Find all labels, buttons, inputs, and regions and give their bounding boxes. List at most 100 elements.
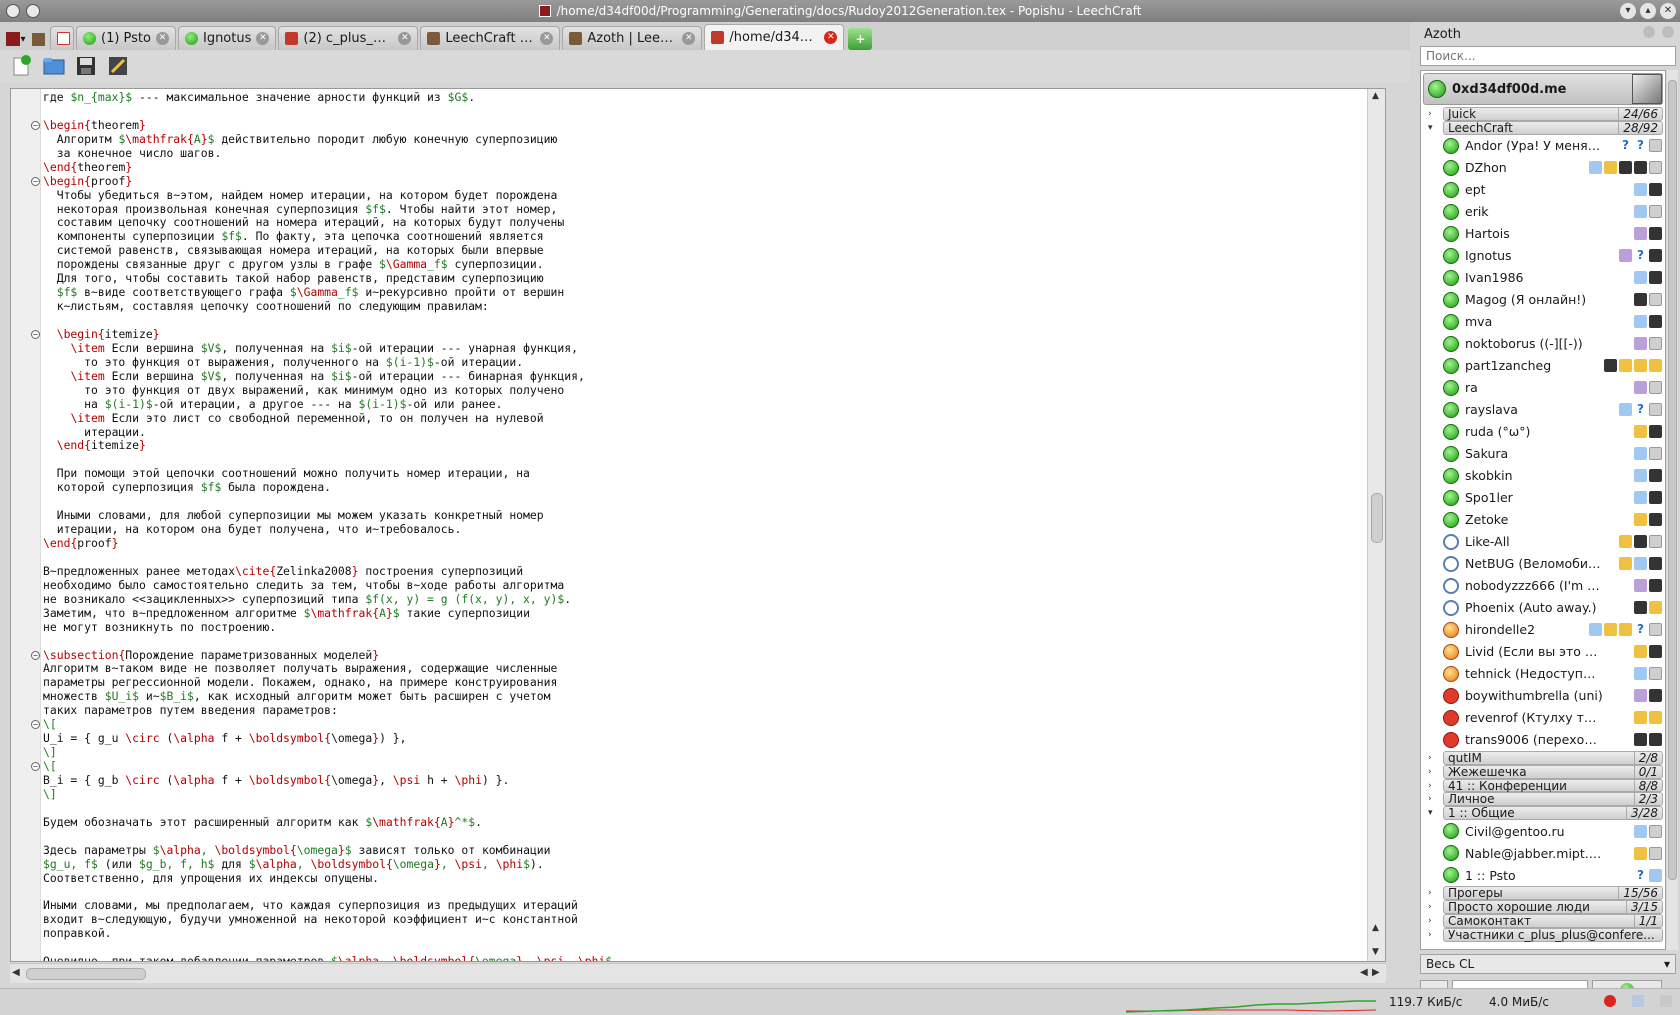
code-line[interactable]: за конечное число шагов.	[43, 146, 1365, 161]
tab-0[interactable]	[50, 26, 74, 50]
roster-group[interactable]: › Просто хорошие люди 3/15	[1428, 900, 1663, 915]
account-row[interactable]: 0xd34df00d.me	[1423, 73, 1663, 105]
document-properties-button[interactable]	[106, 54, 130, 78]
contact-item[interactable]: nobodyzzz666 (I'm not ...	[1421, 575, 1665, 597]
chevron-right-icon[interactable]: ›	[1428, 915, 1432, 927]
scroll-down-icon[interactable]: ▼	[1372, 947, 1379, 957]
code-line[interactable]: \end{theorem}	[43, 160, 1365, 175]
roster-group[interactable]: › 41 :: Конференции 8/8	[1428, 778, 1663, 793]
code-line[interactable]: \end{itemize}	[43, 438, 1365, 453]
code-line[interactable]: Здесь параметры $\alpha, \boldsymbol{\om…	[43, 843, 1365, 858]
code-line[interactable]: порождены связанные друг с другом узлы в…	[43, 257, 1365, 272]
fold-gutter[interactable]	[11, 89, 41, 961]
roster-group[interactable]: › Juick 24/66	[1428, 107, 1663, 121]
code-line[interactable]: \[−	[31, 759, 1365, 774]
fold-toggle-icon[interactable]: −	[31, 120, 40, 130]
contact-item[interactable]: noktoborus ((-][[-))	[1421, 333, 1665, 355]
code-line[interactable]: Будем обозначать этот расширенный алгори…	[43, 815, 1365, 830]
code-line[interactable]	[43, 830, 1365, 844]
contact-list[interactable]: 0xd34df00d.me › Juick 24/66 ▾ LeechCraft 28/9…	[1420, 70, 1666, 950]
close-tab-icon[interactable]: ✕	[155, 32, 169, 45]
horizontal-scrollbar[interactable]: ◀ ◀ ▶	[10, 963, 1386, 983]
vertical-scroll-thumb[interactable]	[1371, 493, 1383, 543]
tray-layout-icon[interactable]	[1632, 995, 1644, 1007]
roster-group[interactable]: › Жежешечка 0/1	[1428, 764, 1663, 779]
code-line[interactable]	[43, 802, 1365, 816]
code-line[interactable]	[43, 941, 1365, 955]
roster-group[interactable]: › Самоконтакт 1/1	[1428, 914, 1663, 928]
code-line[interactable]: Алгоритм $\mathfrak{A}$ действительно по…	[43, 132, 1365, 147]
fold-toggle-icon[interactable]: −	[31, 329, 40, 339]
code-line[interactable]: \subsection{Порождение параметризованных…	[31, 648, 1365, 663]
tab-4[interactable]: LeechCraft scr... ✕	[420, 26, 561, 50]
code-line[interactable]: $f$ в~виде соответствующего графа $\Gamm…	[43, 285, 1365, 300]
code-line[interactable]: Иными словами, для любой суперпозиции мы…	[43, 508, 1365, 523]
code-line[interactable]: Иными словами, мы предполагаем, что кажд…	[43, 898, 1365, 913]
code-line[interactable]: некоторая произвольная конечная суперпоз…	[43, 202, 1365, 217]
chevron-right-icon[interactable]: ›	[1428, 901, 1432, 913]
contact-item[interactable]: trans9006 (переходим ...	[1421, 729, 1665, 751]
contact-item[interactable]: hirondelle2?	[1421, 619, 1665, 641]
code-line[interactable]: необходимо было самостоятельно следить з…	[43, 578, 1365, 593]
chevron-right-icon[interactable]: ›	[1428, 793, 1432, 805]
contact-item[interactable]: Sakura	[1421, 443, 1665, 465]
panel-close-button[interactable]	[1662, 26, 1674, 38]
maximize-button[interactable]: ▴	[1640, 3, 1656, 19]
close-tab-icon[interactable]: ✕	[682, 32, 696, 45]
fold-toggle-icon[interactable]: −	[31, 650, 40, 660]
code-line[interactable]: составим цепочку соотношений на номера и…	[43, 215, 1365, 230]
code-text[interactable]: где $n_{max}$ --- максимальное значение …	[31, 90, 1365, 961]
contact-item[interactable]: revenrof (Ктулху тоже ...	[1421, 707, 1665, 729]
code-line[interactable]: Очевидно, при таком добавлении параметро…	[43, 954, 1365, 961]
code-line[interactable]	[43, 551, 1365, 565]
roster-group[interactable]: › Участники c_plus_plus@confere...	[1428, 927, 1663, 942]
chevron-right-icon[interactable]: ›	[1428, 108, 1432, 120]
contact-item[interactable]: 1 :: Psto?	[1421, 864, 1665, 886]
contact-item[interactable]: Phoenix (Auto away.)	[1421, 597, 1665, 619]
roster-group[interactable]: › Личное 2/3	[1428, 792, 1663, 807]
contact-item[interactable]: Like-All	[1421, 531, 1665, 553]
contact-item[interactable]: tehnick (Недоступен.)	[1421, 663, 1665, 685]
code-line[interactable]: При помощи этой цепочки соотношений можн…	[43, 466, 1365, 481]
code-line[interactable]: U_i = { g_u \circ (\alpha f + \boldsymbo…	[43, 731, 1365, 746]
contact-item[interactable]: Andor (Ура! У меня н...??	[1421, 135, 1665, 157]
vertical-scrollbar[interactable]: ▲ ▲ ▼	[1367, 89, 1385, 961]
scroll-left-icon-2[interactable]: ◀	[1360, 967, 1368, 978]
code-line[interactable]: то это функция от двух выражений, как ми…	[43, 383, 1365, 398]
contact-item[interactable]: Livid (Если вы это чита...	[1421, 641, 1665, 663]
contact-item[interactable]: Ignotus?	[1421, 245, 1665, 267]
chevron-right-icon[interactable]: ›	[1428, 887, 1432, 899]
code-line[interactable]: В~предложенных ранее методах\cite{Zelink…	[43, 564, 1365, 579]
contact-item[interactable]: mva	[1421, 311, 1665, 333]
code-line[interactable]: \item Если вершина $V$, полученная на $i…	[43, 341, 1365, 356]
roster-group[interactable]: ▾ LeechCraft 28/92	[1428, 120, 1663, 135]
new-document-button[interactable]	[10, 54, 34, 78]
chevron-right-icon[interactable]: ›	[1428, 780, 1432, 792]
code-line[interactable]: Для того, чтобы составить такой набор ра…	[43, 271, 1365, 286]
code-line[interactable]: \begin{itemize} −	[31, 327, 1365, 342]
code-line[interactable]: не могут возникнуть по построению.	[43, 620, 1365, 635]
tab-3[interactable]: (2) c_plus_plus... ✕	[278, 26, 419, 50]
roster-search-input[interactable]	[1420, 46, 1676, 66]
code-line[interactable]	[43, 314, 1365, 328]
contact-item[interactable]: ruda (°ω°)	[1421, 421, 1665, 443]
code-line[interactable]: итерации.	[43, 425, 1365, 440]
scroll-up-icon[interactable]: ▲	[1372, 91, 1379, 101]
scroll-right-icon[interactable]: ▶	[1372, 967, 1380, 978]
contact-item[interactable]: NetBUG (Веломобил...	[1421, 553, 1665, 575]
code-line[interactable]: Алгоритм в~таком виде не позволяет получ…	[43, 661, 1365, 676]
code-line[interactable]: системой равенств, связывающая номера ит…	[43, 243, 1365, 258]
contact-item[interactable]: Nable@jabber.mipt.ru (Y...	[1421, 842, 1665, 864]
code-line[interactable]: \item Если это лист со свободной перемен…	[43, 411, 1365, 426]
code-line[interactable]: параметры регрессионной модели. Покажем,…	[43, 675, 1365, 690]
code-line[interactable]	[43, 495, 1365, 509]
contact-item[interactable]: Ivan1986	[1421, 267, 1665, 289]
contact-item[interactable]: DZhon	[1421, 157, 1665, 179]
code-line[interactable]: компоненты суперпозиции $f$. По факту, э…	[43, 229, 1365, 244]
code-line[interactable]: таких параметров путем введения параметр…	[43, 703, 1365, 718]
tab-1[interactable]: (1) Psto ✕	[76, 26, 176, 50]
contact-item[interactable]: Civil@gentoo.ru	[1421, 820, 1665, 842]
add-tab-button[interactable]: +	[848, 28, 873, 50]
close-tab-icon[interactable]: ✕	[398, 32, 412, 45]
close-tab-icon[interactable]: ✕	[540, 32, 554, 45]
